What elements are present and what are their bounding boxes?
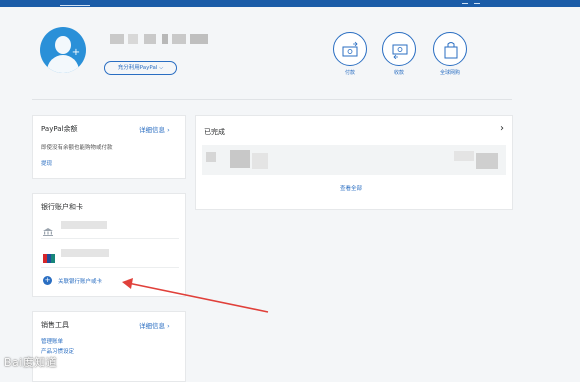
- arrow-head: [122, 278, 133, 289]
- annotation-arrow: [122, 278, 269, 313]
- baidu-watermark: Bai度知道: [4, 356, 58, 369]
- arrow-line: [127, 282, 269, 313]
